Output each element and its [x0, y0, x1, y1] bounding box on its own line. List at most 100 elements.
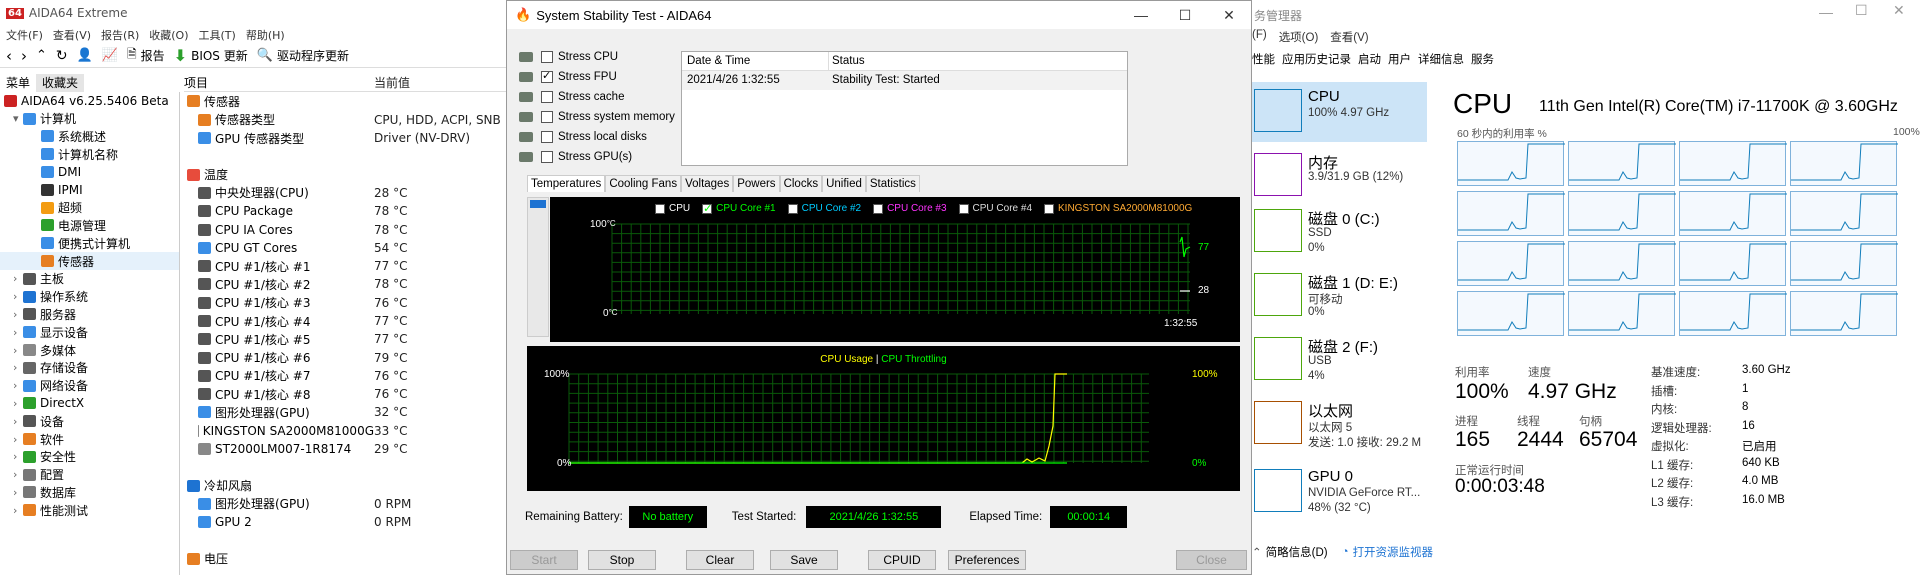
- tree-item[interactable]: AIDA64 v6.25.5406 Beta: [0, 92, 179, 110]
- stress-checkbox[interactable]: [541, 69, 553, 83]
- tree-item[interactable]: 便携式计算机: [0, 234, 179, 252]
- refresh-icon[interactable]: ↻: [56, 48, 68, 64]
- tree-item[interactable]: 传感器: [0, 252, 179, 270]
- tree-item[interactable]: › 网络设备: [0, 377, 179, 395]
- stress-option[interactable]: Stress system memory: [519, 111, 675, 123]
- tree-item[interactable]: › 安全性: [0, 448, 179, 466]
- chevron-right-icon[interactable]: ›: [13, 326, 23, 339]
- tm-menu-item[interactable]: (F): [1252, 29, 1267, 45]
- collapse-icon[interactable]: ⌃: [1252, 545, 1262, 559]
- list-row[interactable]: 中央处理器(CPU) 28 °C: [184, 184, 514, 202]
- tab-menu[interactable]: 菜单: [0, 74, 36, 92]
- tree-item[interactable]: › 存储设备: [0, 359, 179, 377]
- list-row[interactable]: CPU #1/核心 #7 76 °C: [184, 367, 514, 385]
- close-button[interactable]: Close: [1176, 550, 1247, 570]
- list-group-header[interactable]: 冷却风扇: [184, 477, 514, 495]
- log-row[interactable]: 2021/4/26 1:32:55 Stability Test: Starte…: [682, 71, 1127, 90]
- perf-sidebar-item[interactable]: 内存 3.9/31.9 GB (12%): [1252, 146, 1427, 206]
- list-row[interactable]: KINGSTON SA2000M81000G 33 °C: [184, 422, 514, 440]
- stress-checkbox[interactable]: [541, 111, 553, 123]
- tm-maximize-button[interactable]: ☐: [1855, 2, 1868, 19]
- stress-option[interactable]: Stress FPU: [519, 69, 617, 83]
- user-icon[interactable]: 👤: [77, 48, 93, 63]
- list-row[interactable]: CPU #1/核心 #5 77 °C: [184, 330, 514, 348]
- back-icon[interactable]: ‹: [6, 47, 12, 65]
- chevron-right-icon[interactable]: ›: [13, 361, 23, 374]
- list-group-header[interactable]: 传感器: [184, 92, 514, 110]
- tm-tab[interactable]: 性能: [1252, 51, 1275, 67]
- list-row[interactable]: GPU 2 0 RPM: [184, 513, 514, 531]
- chevron-right-icon[interactable]: ›: [13, 504, 23, 517]
- tree-item[interactable]: › 操作系统: [0, 288, 179, 306]
- sst-titlebar[interactable]: 🔥 System Stability Test - AIDA64 — ☐ ✕: [507, 1, 1251, 29]
- bios-update-button[interactable]: ⬇ BIOS 更新: [174, 46, 248, 65]
- perf-sidebar-item[interactable]: 磁盘 1 (D: E:) 可移动 0%: [1252, 266, 1427, 326]
- chevron-right-icon[interactable]: ›: [13, 486, 23, 499]
- tm-tab[interactable]: 用户: [1388, 51, 1411, 67]
- list-row[interactable]: CPU #1/核心 #8 76 °C: [184, 385, 514, 403]
- forward-icon[interactable]: ›: [21, 47, 27, 65]
- chevron-right-icon[interactable]: ›: [13, 468, 23, 481]
- menu-item[interactable]: 帮助(H): [246, 27, 285, 43]
- list-row[interactable]: GPU 传感器类型 Driver (NV-DRV): [184, 129, 514, 147]
- chevron-right-icon[interactable]: ›: [13, 397, 23, 410]
- sst-minimize-button[interactable]: —: [1119, 1, 1163, 29]
- chevron-right-icon[interactable]: ›: [13, 290, 23, 303]
- tree-item[interactable]: › 服务器: [0, 306, 179, 324]
- graph-tab[interactable]: Temperatures: [527, 175, 606, 192]
- list-row[interactable]: ST2000LM007-1R8174 29 °C: [184, 440, 514, 458]
- chevron-right-icon[interactable]: ›: [13, 433, 23, 446]
- graph-tab[interactable]: Powers: [733, 175, 780, 192]
- tm-tab[interactable]: 详细信息: [1418, 51, 1464, 67]
- cpuid-button[interactable]: CPUID: [868, 550, 936, 570]
- tm-minimize-button[interactable]: —: [1819, 4, 1833, 20]
- chevron-right-icon[interactable]: ›: [13, 450, 23, 463]
- tree-item[interactable]: › 多媒体: [0, 341, 179, 359]
- menu-item[interactable]: 文件(F): [6, 27, 43, 43]
- tree-item[interactable]: 计算机名称: [0, 145, 179, 163]
- start-button[interactable]: Start: [510, 550, 578, 570]
- menu-item[interactable]: 报告(R): [101, 27, 139, 43]
- graph-scrollbar[interactable]: [527, 197, 549, 337]
- log-header-status[interactable]: Status: [829, 52, 865, 70]
- stress-checkbox[interactable]: [541, 91, 553, 103]
- list-row[interactable]: CPU #1/核心 #3 76 °C: [184, 294, 514, 312]
- list-row[interactable]: CPU #1/核心 #4 77 °C: [184, 312, 514, 330]
- save-button[interactable]: Save: [770, 550, 838, 570]
- graph-tab[interactable]: Voltages: [681, 175, 734, 192]
- resource-monitor-link[interactable]: 打开资源监视器: [1353, 544, 1434, 560]
- chevron-right-icon[interactable]: ›: [13, 379, 23, 392]
- perf-sidebar-item[interactable]: 以太网 以太网 5 发送: 1.0 接收: 29.2 M: [1252, 394, 1427, 454]
- stress-checkbox[interactable]: [541, 151, 553, 163]
- tm-menu-item[interactable]: 查看(V): [1330, 29, 1368, 45]
- fewer-details-link[interactable]: 简略信息(D): [1266, 544, 1328, 560]
- list-group-header[interactable]: 温度: [184, 165, 514, 183]
- perf-sidebar-item[interactable]: CPU 100% 4.97 GHz: [1252, 82, 1427, 142]
- chevron-right-icon[interactable]: ›: [13, 344, 23, 357]
- tm-close-button[interactable]: ✕: [1893, 2, 1905, 19]
- list-row[interactable]: CPU Package 78 °C: [184, 202, 514, 220]
- perf-sidebar-item[interactable]: 磁盘 0 (C:) SSD 0%: [1252, 202, 1427, 262]
- stress-checkbox[interactable]: [541, 51, 553, 63]
- tree-item[interactable]: 系统概述: [0, 128, 179, 146]
- tm-menu-item[interactable]: 选项(O): [1279, 29, 1319, 45]
- graph-tab[interactable]: Clocks: [779, 175, 823, 192]
- list-row[interactable]: 图形处理器(GPU) 32 °C: [184, 403, 514, 421]
- tree-item[interactable]: IPMI: [0, 181, 179, 199]
- report-button[interactable]: 🗎 报告: [127, 45, 165, 66]
- tree-item[interactable]: › 性能测试: [0, 501, 179, 519]
- tree-item[interactable]: 超频: [0, 199, 179, 217]
- chevron-right-icon[interactable]: ›: [13, 272, 23, 285]
- tree-item[interactable]: ▾ 计算机: [0, 110, 179, 128]
- graph-tab[interactable]: Statistics: [865, 175, 920, 192]
- tree-item[interactable]: › 显示设备: [0, 323, 179, 341]
- log-header-time[interactable]: Date & Time: [682, 52, 829, 70]
- column-header-item[interactable]: 项目: [184, 74, 374, 91]
- chevron-right-icon[interactable]: ›: [13, 415, 23, 428]
- list-group-header[interactable]: 电压: [184, 550, 514, 568]
- tm-tab[interactable]: 应用历史记录: [1282, 51, 1351, 67]
- tree-item[interactable]: › 设备: [0, 412, 179, 430]
- tm-tab[interactable]: 启动: [1358, 51, 1381, 67]
- list-row[interactable]: CPU GT Cores 54 °C: [184, 239, 514, 257]
- graph-scroll-thumb[interactable]: [530, 200, 546, 208]
